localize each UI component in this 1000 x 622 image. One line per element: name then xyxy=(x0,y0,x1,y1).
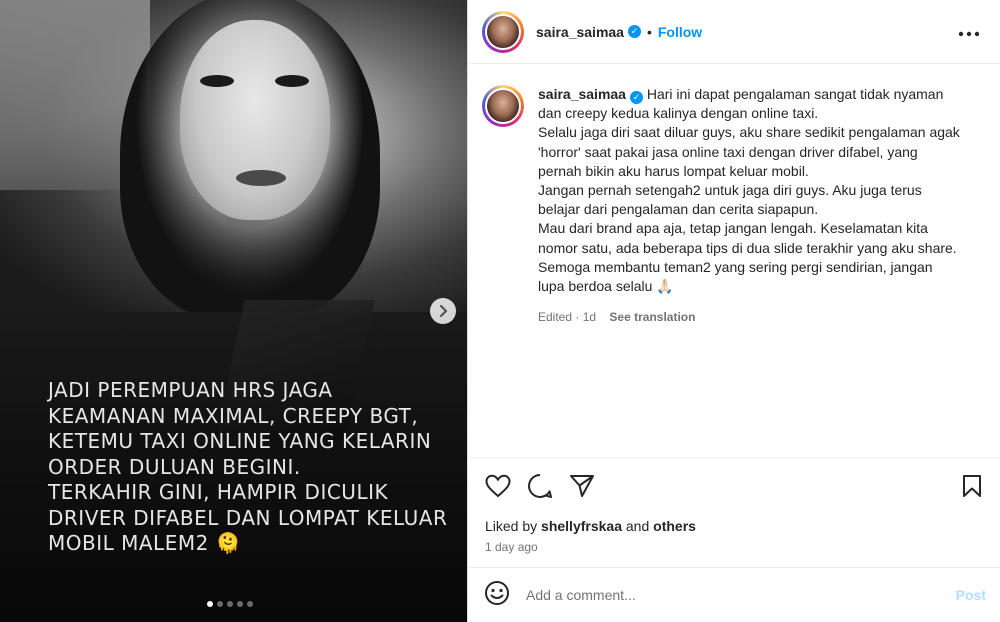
caption-meta: Edited · 1d See translation xyxy=(538,308,986,327)
slide-dot-1 xyxy=(207,601,213,607)
header-username[interactable]: saira_saimaa xyxy=(536,24,624,40)
lips xyxy=(236,170,286,186)
slide-indicator xyxy=(207,601,253,607)
caption-line: lupa berdoa selalu 🙏🏻 xyxy=(538,278,674,295)
caption-line: Semoga membantu teman2 yang sering pergi… xyxy=(538,258,933,275)
edited-label: Edited xyxy=(538,310,573,325)
chevron-right-icon xyxy=(439,305,448,317)
emoji-icon[interactable] xyxy=(484,580,510,611)
face-shape xyxy=(180,20,330,220)
caption-line: Mau dari brand apa aja, tetap jangan len… xyxy=(538,220,928,237)
post-media[interactable]: JADI PEREMPUAN HRS JAGA KEAMANAN MAXIMAL… xyxy=(0,0,467,622)
post-comment-button[interactable]: Post xyxy=(956,587,986,603)
next-slide-button[interactable] xyxy=(430,298,456,324)
meta-dot: · xyxy=(575,310,580,325)
slide-dot-3 xyxy=(227,601,233,607)
comment-input[interactable] xyxy=(526,587,956,603)
slide-dot-4 xyxy=(237,601,243,607)
eye-right xyxy=(275,75,309,87)
heart-icon[interactable] xyxy=(484,472,512,500)
comment-bar: Post xyxy=(468,567,1000,622)
header-separator: • xyxy=(646,23,652,40)
caption-line-1: saira_saimaa ✓ Hari ini dapat pengalaman … xyxy=(538,85,986,105)
caption-username[interactable]: saira_saimaa xyxy=(538,86,626,102)
caption-line: Jangan pernah setengah2 untuk jaga diri … xyxy=(538,182,922,199)
caption-line: belajar dari pengalaman dan cerita siapa… xyxy=(538,201,819,218)
caption-line: pernah bikin aku harus lompat keluar mob… xyxy=(538,162,809,179)
caption-line: Selalu jaga diri saat diluar guys, aku s… xyxy=(538,124,960,141)
caption-age[interactable]: 1d xyxy=(583,310,596,324)
share-icon[interactable] xyxy=(568,472,596,500)
more-options-icon[interactable] xyxy=(958,20,980,43)
caption-line: nomor satu, ada beberapa tips di dua sli… xyxy=(538,239,957,256)
actions-bar xyxy=(468,457,1000,513)
caption-text-1: Hari ini dapat pengalaman sangat tidak n… xyxy=(646,86,944,102)
likes-others[interactable]: others xyxy=(653,518,696,534)
media-overlay-text: JADI PEREMPUAN HRS JAGA KEAMANAN MAXIMAL… xyxy=(48,378,448,555)
eye-left xyxy=(200,75,234,87)
comment-icon[interactable] xyxy=(526,472,554,500)
verified-badge-icon: ✓ xyxy=(627,25,641,38)
post-time[interactable]: 1 day ago xyxy=(485,540,538,554)
follow-button[interactable]: Follow xyxy=(658,24,702,40)
bookmark-icon[interactable] xyxy=(958,472,986,500)
post-header: saira_saimaa ✓ • Follow xyxy=(468,0,1000,64)
caption-line: 'horror' saat pakai jasa online taxi den… xyxy=(538,143,918,160)
caption-avatar[interactable] xyxy=(482,85,524,127)
caption-line: dan creepy kedua kalinya dengan online t… xyxy=(538,105,819,122)
avatar[interactable] xyxy=(482,10,524,53)
slide-dot-5 xyxy=(247,601,253,607)
caption-body: saira_saimaa ✓ Hari ini dapat pengalaman … xyxy=(538,85,986,327)
see-translation-button[interactable]: See translation xyxy=(609,310,695,324)
caption-block: saira_saimaa ✓ Hari ini dapat pengalaman … xyxy=(482,85,986,327)
verified-badge-icon: ✓ xyxy=(629,91,643,105)
selfie-photo xyxy=(0,0,467,320)
likes-prefix: Liked by xyxy=(485,518,538,534)
post-panel: saira_saimaa ✓ • Follow saira_saimaa ✓ Ha… xyxy=(467,0,1000,622)
likes-summary: Liked by shellyfrskaa and others xyxy=(485,518,696,534)
likes-and: and xyxy=(625,518,650,534)
liked-by-user[interactable]: shellyfrskaa xyxy=(541,518,622,534)
slide-dot-2 xyxy=(217,601,223,607)
